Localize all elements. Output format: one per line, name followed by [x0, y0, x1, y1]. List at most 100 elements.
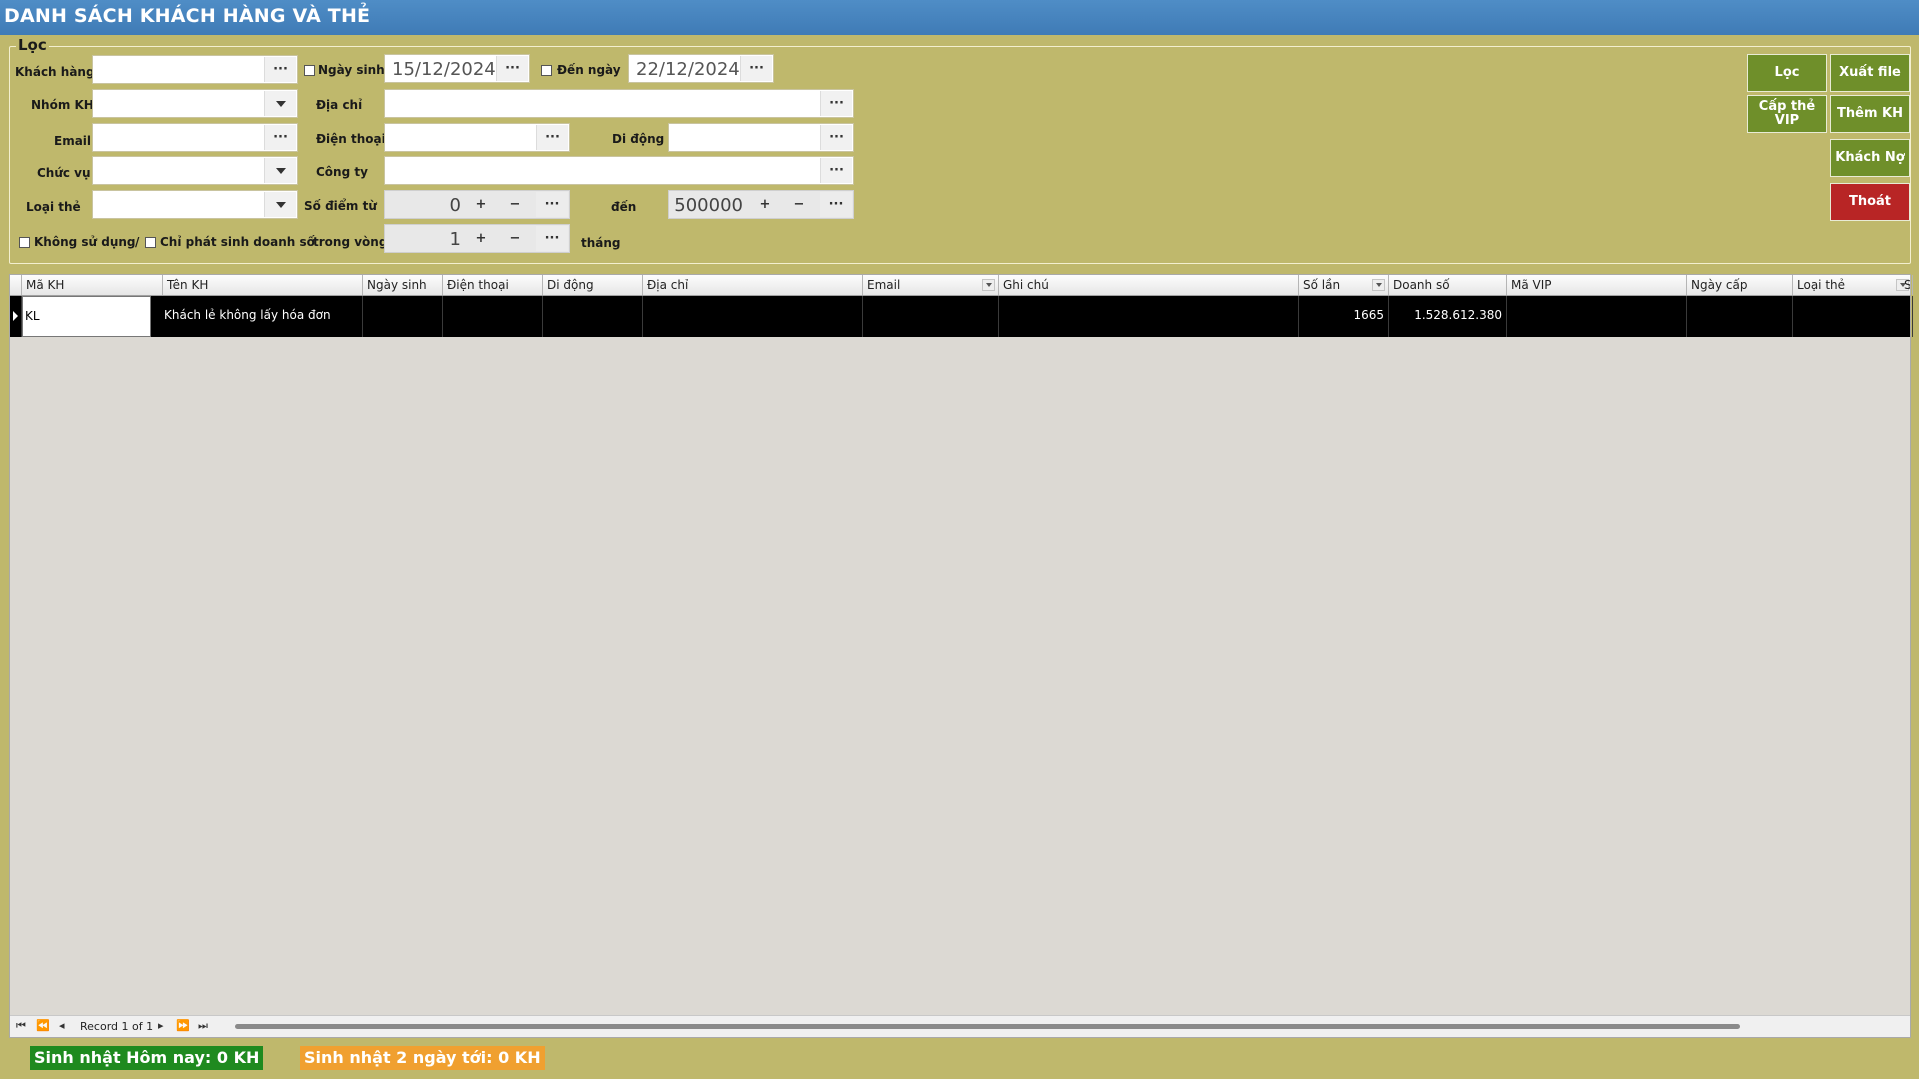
cell-loai-the[interactable]	[1793, 296, 1913, 337]
cell-di-dong[interactable]	[543, 296, 643, 337]
cell-ma-vip[interactable]	[1507, 296, 1687, 337]
first-page-icon[interactable]: ⏮	[16, 1019, 26, 1033]
mobile-picker-button[interactable]: ···	[820, 125, 852, 150]
col-ma-vip[interactable]: Mã VIP	[1507, 275, 1687, 295]
card-type-dropdown-button[interactable]	[264, 192, 296, 217]
email-picker-button[interactable]: ···	[264, 125, 296, 150]
col-email[interactable]: Email	[863, 275, 999, 295]
cell-ten-kh[interactable]: Khách lẻ không lấy hóa đơn	[163, 296, 363, 337]
last-page-icon[interactable]: ⏭	[198, 1019, 208, 1033]
company-field[interactable]: ···	[384, 156, 854, 185]
window-title: DANH SÁCH KHÁCH HÀNG VÀ THẺ	[0, 0, 1919, 35]
cell-so-lan[interactable]: 1665	[1299, 296, 1389, 337]
birthday-to-date[interactable]: 22/12/2024 ···	[628, 54, 774, 83]
birthday-next-status: Sinh nhật 2 ngày tới: 0 KH	[300, 1046, 545, 1070]
debtors-button[interactable]: Khách Nợ	[1830, 139, 1910, 177]
points-to-decrement-button[interactable]: −	[783, 192, 815, 217]
col-so-lan[interactable]: Số lần	[1299, 275, 1389, 295]
issue-vip-button[interactable]: Cấp thẻ VIP	[1747, 95, 1827, 133]
mobile-label: Di động	[612, 132, 665, 146]
cell-doanh-so[interactable]: 1.528.612.380	[1389, 296, 1507, 337]
prev-page-icon[interactable]: ⏪	[36, 1019, 50, 1032]
filter-dropdown-icon[interactable]	[1372, 279, 1385, 291]
group-dropdown-button[interactable]	[264, 91, 296, 116]
position-select[interactable]	[92, 156, 298, 185]
col-dien-thoai[interactable]: Điện thoại	[443, 275, 543, 295]
filter-button[interactable]: Lọc	[1747, 54, 1827, 92]
cell-ngay-sinh[interactable]	[363, 296, 443, 337]
table-row[interactable]: KL Khách lẻ không lấy hóa đơn 1665 1.528…	[22, 296, 1913, 337]
col-loai-the-label: Loại thẻ	[1797, 278, 1846, 292]
filter-dropdown-icon[interactable]	[982, 279, 995, 291]
birthday-label: Ngày sinh	[318, 63, 385, 77]
card-type-select[interactable]	[92, 190, 298, 219]
cell-dia-chi[interactable]	[643, 296, 863, 337]
birthday-to-value: 22/12/2024	[636, 59, 740, 80]
points-from-stepper[interactable]: 0 + − ···	[384, 190, 570, 219]
col-ghi-chu[interactable]: Ghi chú	[999, 275, 1299, 295]
birthday-checkbox[interactable]	[304, 65, 315, 76]
exit-button[interactable]: Thoát	[1830, 183, 1910, 221]
horizontal-scrollbar[interactable]	[235, 1024, 1740, 1029]
company-picker-button[interactable]: ···	[820, 158, 852, 183]
points-from-value: 0	[449, 195, 461, 216]
to-date-checkbox[interactable]	[541, 65, 552, 76]
col-ngay-sinh[interactable]: Ngày sinh	[363, 275, 443, 295]
position-label: Chức vụ	[37, 166, 91, 180]
address-picker-button[interactable]: ···	[820, 91, 852, 116]
within-picker-button[interactable]: ···	[536, 226, 568, 251]
col-loai-the[interactable]: Loại thẻ	[1793, 275, 1913, 295]
birthday-to-picker-button[interactable]: ···	[740, 56, 772, 81]
col-di-dong[interactable]: Di động	[543, 275, 643, 295]
record-navigator: ⏮ ⏪ ◂ Record 1 of 1 ▸ ⏩ ⏭	[10, 1015, 1910, 1037]
cell-ghi-chu[interactable]	[999, 296, 1299, 337]
header-indicator-cell	[10, 275, 22, 295]
points-from-label: Số điểm từ	[304, 199, 377, 213]
position-dropdown-button[interactable]	[264, 158, 296, 183]
points-to-picker-button[interactable]: ···	[820, 192, 852, 217]
email-field[interactable]: ···	[92, 123, 298, 152]
cell-email[interactable]	[863, 296, 999, 337]
col-dia-chi[interactable]: Địa chỉ	[643, 275, 863, 295]
next-page-icon[interactable]: ⏩	[176, 1019, 190, 1032]
separator-label: /	[135, 235, 140, 249]
birthday-from-date[interactable]: 15/12/2024 ···	[384, 54, 530, 83]
birthday-from-picker-button[interactable]: ···	[496, 56, 528, 81]
points-to-label: đến	[611, 200, 637, 214]
col-ma-kh[interactable]: Mã KH	[22, 275, 163, 295]
col-ten-kh[interactable]: Tên KH	[163, 275, 363, 295]
col-s[interactable]: S	[1903, 275, 1911, 295]
col-doanh-so[interactable]: Doanh số	[1389, 275, 1507, 295]
points-from-decrement-button[interactable]: −	[499, 192, 531, 217]
add-customer-button[interactable]: Thêm KH	[1830, 95, 1910, 133]
mobile-field[interactable]: ···	[668, 123, 854, 152]
points-from-picker-button[interactable]: ···	[536, 192, 568, 217]
points-from-increment-button[interactable]: +	[465, 192, 497, 217]
col-ngay-cap[interactable]: Ngày cấp	[1687, 275, 1793, 295]
within-decrement-button[interactable]: −	[499, 226, 531, 251]
within-months-stepper[interactable]: 1 + − ···	[384, 224, 570, 253]
cell-ngay-cap[interactable]	[1687, 296, 1793, 337]
cell-dien-thoai[interactable]	[443, 296, 543, 337]
birthday-today-status: Sinh nhật Hôm nay: 0 KH	[30, 1046, 264, 1070]
months-label: tháng	[581, 236, 621, 250]
cell-ma-kh[interactable]: KL	[22, 296, 151, 337]
points-to-increment-button[interactable]: +	[749, 192, 781, 217]
col-email-label: Email	[867, 278, 901, 292]
export-button[interactable]: Xuất file	[1830, 54, 1910, 92]
next-record-icon[interactable]: ▸	[158, 1019, 164, 1032]
customer-field[interactable]: ···	[92, 55, 298, 84]
points-to-stepper[interactable]: 500000 + − ···	[668, 190, 854, 219]
group-select[interactable]	[92, 89, 298, 118]
customer-grid[interactable]: Mã KH Tên KH Ngày sinh Điện thoại Di độn…	[9, 274, 1913, 1038]
only-sales-checkbox[interactable]	[145, 237, 156, 248]
not-used-checkbox[interactable]	[19, 237, 30, 248]
prev-record-icon[interactable]: ◂	[59, 1019, 65, 1032]
customer-picker-button[interactable]: ···	[264, 57, 296, 82]
phone-picker-button[interactable]: ···	[536, 125, 568, 150]
within-increment-button[interactable]: +	[465, 226, 497, 251]
phone-field[interactable]: ···	[384, 123, 570, 152]
birthday-from-value: 15/12/2024	[392, 59, 496, 80]
address-field[interactable]: ···	[384, 89, 854, 118]
chevron-down-icon	[275, 201, 286, 208]
